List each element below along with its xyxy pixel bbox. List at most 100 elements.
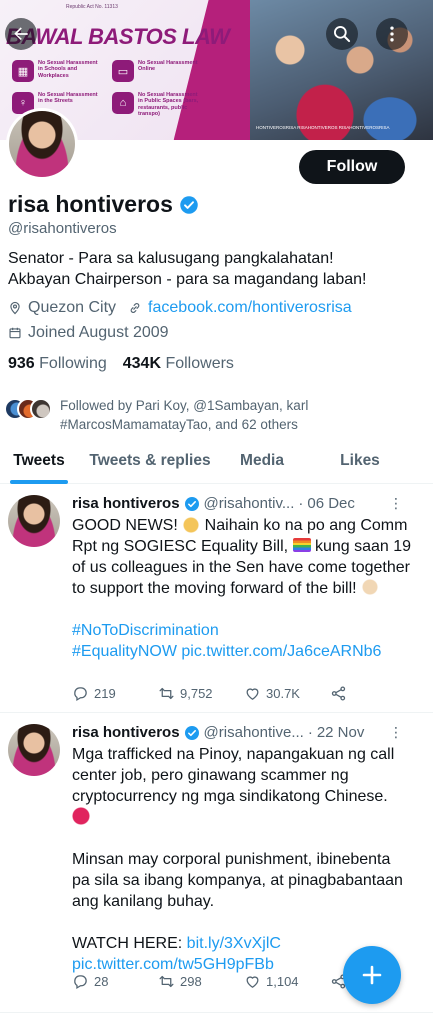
compose-tweet-button[interactable] <box>343 946 401 1004</box>
retweet-button[interactable]: 9,752 <box>158 685 244 702</box>
laptop-icon: ▭ <box>112 60 134 82</box>
profile-avatar[interactable] <box>6 108 78 180</box>
compose-plus-icon <box>362 965 382 985</box>
verified-badge-icon <box>184 496 199 511</box>
tweet-menu-button[interactable]: ⋮ <box>389 724 403 741</box>
reply-icon <box>74 975 87 990</box>
banner-law-item: ⌂ No Sexual Harassment in Public Spaces … <box>112 92 200 117</box>
tweet-header: risa hontiveros @risahontiv... · 06 Dec <box>72 495 355 512</box>
avatar <box>30 398 52 420</box>
tweet-text-part: Mga trafficked na Pinoy, napangakuan ng … <box>72 746 399 805</box>
arrow-left-icon <box>14 27 28 40</box>
external-link[interactable]: bit.ly/3XvXjlC <box>187 935 281 952</box>
profile-joined: Joined August 2009 <box>28 324 169 341</box>
tweet-author-name[interactable]: risa hontiveros <box>72 495 180 512</box>
profile-tabs: Tweets Tweets & replies Media Likes <box>0 438 433 484</box>
tab-media[interactable]: Media <box>222 438 302 484</box>
tab-tweets[interactable]: Tweets <box>0 438 78 484</box>
banner-law-item: ▭ No Sexual Harassment Online <box>112 60 200 82</box>
retweet-icon <box>159 687 174 700</box>
tweet-text: GOOD NEWS! Naihain ko na po ang Comm Rpt… <box>72 515 412 662</box>
tweet-author-name[interactable]: risa hontiveros <box>72 724 180 741</box>
hashtag-link[interactable]: #NoToDiscrimination <box>72 622 219 639</box>
heart-icon <box>246 688 259 700</box>
following-label: Following <box>39 355 107 372</box>
followed-by-text: Followed by Pari Koy, @1Sambayan, karl #… <box>60 398 309 432</box>
more-vertical-icon: ⋮ <box>389 495 403 511</box>
banner-footer: HONTIVEROSRISA RISAHONTIVEROS RISAHONTIV… <box>256 125 390 130</box>
following-count: 936 <box>8 355 35 372</box>
follow-button[interactable]: Follow <box>299 150 405 184</box>
retweet-button[interactable]: 298 <box>158 973 244 990</box>
display-name: risa hontiveros <box>8 191 173 217</box>
retweet-icon <box>159 975 174 988</box>
bio-line: Akbayan Chairperson - para sa magandang … <box>8 271 367 288</box>
search-button[interactable] <box>326 18 358 50</box>
like-button[interactable]: 1,104 <box>244 973 330 990</box>
back-button[interactable] <box>5 18 37 50</box>
media-link[interactable]: pic.twitter.com/tw5GH9pFBb <box>72 956 274 973</box>
profile-meta-row: Quezon City facebook.com/hontiverosrisa <box>8 299 352 317</box>
profile-handle: @risahontiveros <box>8 220 117 237</box>
followers-label: Followers <box>165 355 234 372</box>
tweet[interactable]: risa hontiveros @risahontiv... · 06 Dec … <box>0 485 433 713</box>
profile-bio: Senator - Para sa kalusugang pangkalahat… <box>8 248 428 290</box>
reply-button[interactable]: 28 <box>72 973 158 990</box>
link-icon <box>130 303 140 313</box>
tweet-avatar[interactable] <box>8 724 60 776</box>
share-button[interactable] <box>330 685 347 702</box>
banner-republic-text: Republic Act No. 11313 <box>66 4 118 10</box>
tweet-separator: · <box>307 724 313 741</box>
hashtag-link[interactable]: #EqualityNOW <box>72 643 177 660</box>
banner-law-label: No Sexual Harassment in the Streets <box>38 92 98 105</box>
reply-count: 219 <box>94 686 116 701</box>
thumbs-up-emoji-icon <box>182 515 201 533</box>
profile-location: Quezon City <box>28 299 117 316</box>
followers-link[interactable]: 434K Followers <box>123 355 234 373</box>
tweet-actions: 219 9,752 30.7K <box>72 685 347 702</box>
following-link[interactable]: 936 Following <box>8 355 107 373</box>
more-button[interactable] <box>376 18 408 50</box>
profile-website-link[interactable]: facebook.com/hontiverosrisa <box>148 299 352 317</box>
like-button[interactable]: 30.7K <box>244 685 330 702</box>
reply-icon <box>74 687 87 702</box>
display-name-row: risa hontiveros <box>8 191 199 218</box>
search-icon <box>334 26 351 43</box>
school-icon: ▦ <box>12 60 34 82</box>
tweet-date[interactable]: 22 Nov <box>317 724 365 741</box>
reply-button[interactable]: 219 <box>72 685 158 702</box>
share-icon <box>331 686 346 701</box>
calendar-icon <box>9 327 21 339</box>
tweet-author-handle: @risahontiv... <box>203 495 295 512</box>
more-vertical-icon <box>390 26 394 42</box>
raised-fist-emoji-icon <box>361 578 380 596</box>
followers-count: 434K <box>122 355 161 372</box>
media-link[interactable]: pic.twitter.com/Ja6ceARNb6 <box>181 643 381 660</box>
location-pin-icon <box>10 301 20 315</box>
retweet-count: 9,752 <box>180 686 213 701</box>
tweet-avatar[interactable] <box>8 495 60 547</box>
banner-law-label: No Sexual Harassment in Public Spaces (b… <box>138 92 199 117</box>
tweet-text-part: WATCH HERE: <box>72 935 187 952</box>
tab-tweets-replies[interactable]: Tweets & replies <box>78 438 222 484</box>
tweet-separator: · <box>298 495 304 512</box>
banner-title: BAWAL BASTOS LAW <box>6 24 230 49</box>
profile-meta-row: Joined August 2009 <box>8 324 169 342</box>
bio-line: Senator - Para sa kalusugang pangkalahat… <box>8 250 334 267</box>
avatar <box>9 111 75 177</box>
followed-by[interactable]: Followed by Pari Koy, @1Sambayan, karl #… <box>4 396 390 434</box>
tweet-menu-button[interactable]: ⋮ <box>389 495 403 512</box>
retweet-count: 298 <box>180 974 202 989</box>
like-count: 1,104 <box>266 974 299 989</box>
follower-avatars <box>4 396 54 422</box>
heart-icon <box>246 976 259 988</box>
verified-badge-icon <box>180 195 198 214</box>
tweet-text-part: Minsan may corporal punishment, ibineben… <box>72 851 408 910</box>
tweet-date[interactable]: 06 Dec <box>307 495 355 512</box>
store-icon: ⌂ <box>112 92 134 114</box>
tweet-text: Mga trafficked na Pinoy, napangakuan ng … <box>72 744 412 975</box>
tab-likes[interactable]: Likes <box>302 438 418 484</box>
tweet-text-part: GOOD NEWS! <box>72 517 183 534</box>
angry-face-emoji-icon <box>72 807 90 825</box>
banner-law-item: ▦ No Sexual Harassment in Schools and Wo… <box>12 60 100 82</box>
